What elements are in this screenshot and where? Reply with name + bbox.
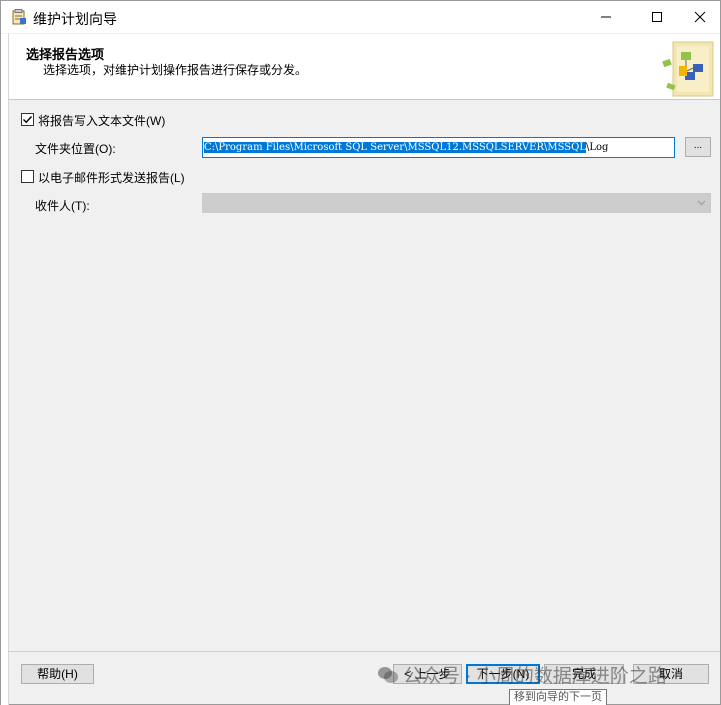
close-icon — [694, 11, 706, 23]
page-subtitle: 选择选项，对维护计划操作报告进行保存或分发。 — [43, 63, 308, 77]
checkmark-icon — [23, 116, 33, 124]
maximize-button[interactable] — [634, 1, 680, 33]
wechat-icon — [378, 666, 398, 683]
recipient-combobox[interactable] — [202, 193, 711, 213]
folder-path-rest-text: \Log — [585, 142, 609, 153]
window-title: 维护计划向导 — [33, 11, 117, 27]
maximize-icon — [652, 12, 662, 22]
close-button[interactable] — [677, 1, 721, 33]
title-bar: 维护计划向导 — [1, 1, 720, 33]
chevron-down-icon — [697, 200, 706, 206]
next-button-tooltip: 移到向导的下一页 — [509, 689, 607, 705]
write-to-file-label[interactable]: 将报告写入文本文件(W) — [38, 112, 165, 129]
send-email-label[interactable]: 以电子邮件形式发送报告(L) — [38, 169, 185, 186]
left-strip — [1, 34, 9, 705]
wizard-window: 维护计划向导 选择报告选项 选择选项，对维护计划操作报告进行保存或分发。 将报告… — [0, 0, 721, 705]
maintenance-plan-graphic-icon — [659, 38, 715, 98]
recipient-label: 收件人(T): — [35, 199, 90, 213]
watermark: 公众号 · 小周的数据库进阶之路 — [377, 661, 667, 688]
wizard-header: 选择报告选项 选择选项，对维护计划操作报告进行保存或分发。 — [9, 34, 720, 100]
footer-divider — [9, 651, 720, 652]
browse-folder-button[interactable]: ... — [685, 137, 711, 157]
write-to-file-checkbox[interactable] — [21, 113, 34, 126]
help-button[interactable]: 帮助(H) — [21, 664, 94, 684]
folder-path-selected-text: C:\Program Files\Microsoft SQL Server\MS… — [204, 142, 586, 153]
send-email-checkbox[interactable] — [21, 170, 34, 183]
folder-location-input[interactable]: C:\Program Files\Microsoft SQL Server\MS… — [202, 137, 675, 158]
wizard-icon — [11, 9, 27, 25]
folder-location-label: 文件夹位置(O): — [35, 142, 116, 156]
watermark-text: 公众号 · 小周的数据库进阶之路 — [403, 666, 667, 687]
minimize-button[interactable] — [583, 1, 629, 33]
minimize-icon — [601, 16, 611, 18]
